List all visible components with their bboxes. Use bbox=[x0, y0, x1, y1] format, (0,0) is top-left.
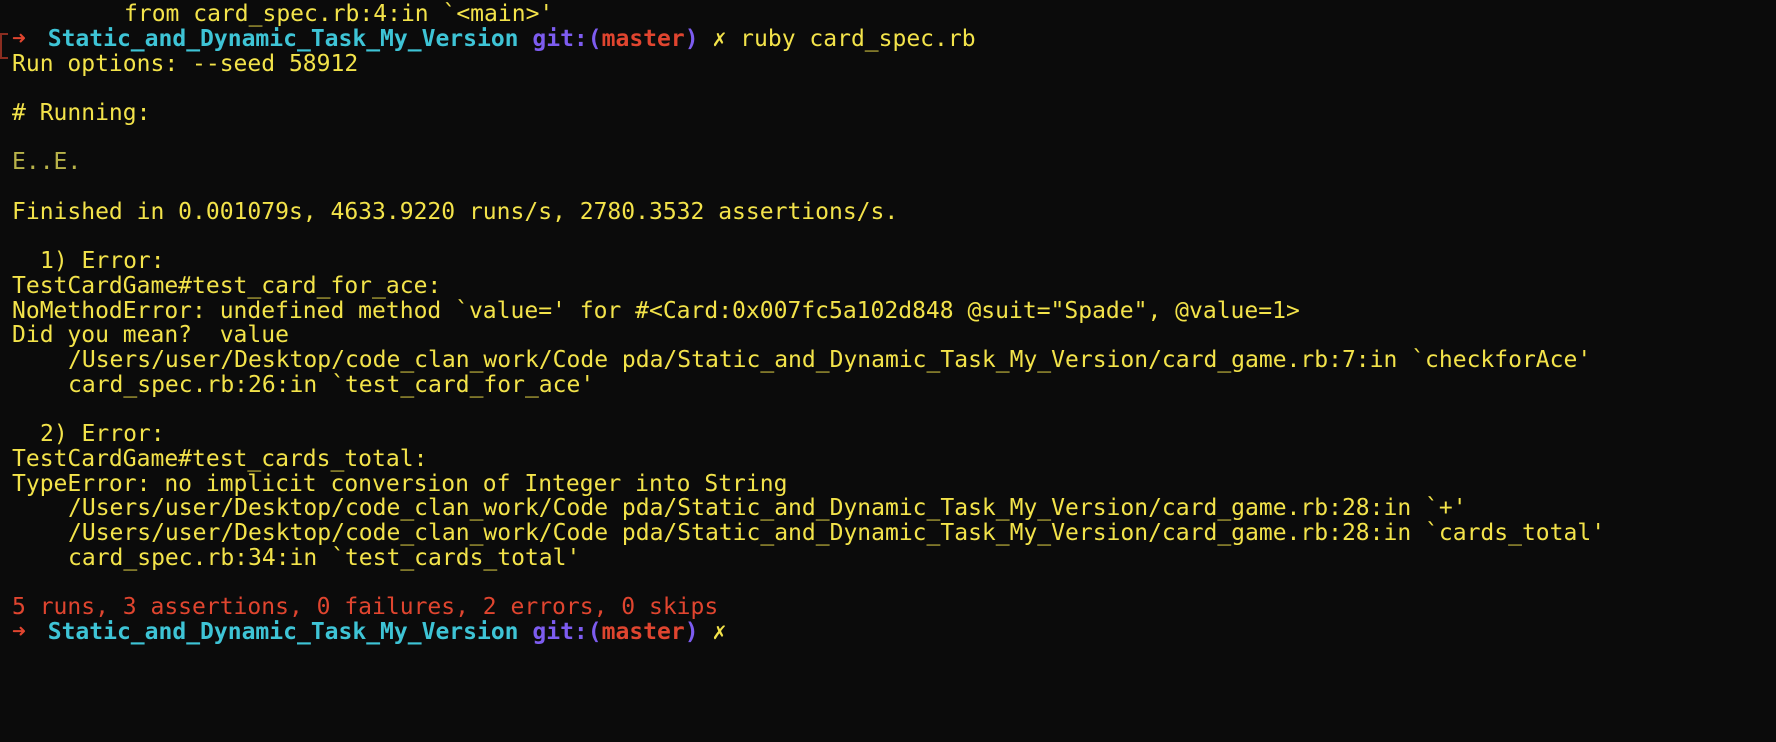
test-progress: E..E. bbox=[12, 149, 82, 175]
finished-line: Finished in 0.001079s, 4633.9220 runs/s,… bbox=[12, 199, 899, 225]
terminal-window[interactable]: from card_spec.rb:4:in `<main>' ➜ Static… bbox=[0, 0, 1776, 742]
prompt-paren-open: ( bbox=[587, 619, 602, 645]
previous-trace-line: from card_spec.rb:4:in `<main>' bbox=[124, 1, 554, 27]
prompt-branch: master bbox=[601, 619, 685, 645]
prompt-line-current[interactable]: ➜ Static_and_Dynamic_Task_My_Version git… bbox=[12, 618, 726, 646]
error2-trace-3: card_spec.rb:34:in `test_cards_total' bbox=[68, 545, 581, 571]
prompt-paren-close: ) bbox=[684, 619, 699, 645]
dirty-mark-icon: ✗ bbox=[712, 26, 727, 52]
error1-trace-1: /Users/user/Desktop/code_clan_work/Code … bbox=[68, 347, 1592, 373]
error1-test-name: TestCardGame#test_card_for_ace: bbox=[12, 273, 442, 299]
prompt-directory: Static_and_Dynamic_Task_My_Version bbox=[47, 26, 519, 52]
test-summary: 5 runs, 3 assertions, 0 failures, 2 erro… bbox=[12, 594, 719, 620]
error1-hint: Did you mean? value bbox=[12, 322, 289, 348]
error2-trace-2: /Users/user/Desktop/code_clan_work/Code … bbox=[68, 520, 1606, 546]
error2-trace-1: /Users/user/Desktop/code_clan_work/Code … bbox=[68, 495, 1467, 521]
running-heading: # Running: bbox=[12, 100, 151, 126]
prompt-arrow-icon: ➜ bbox=[12, 619, 26, 645]
prompt-git-label: git: bbox=[532, 26, 588, 52]
error1-header: 1) Error: bbox=[40, 248, 165, 274]
error2-header: 2) Error: bbox=[40, 421, 165, 447]
prompt-command: ruby card_spec.rb bbox=[740, 26, 976, 52]
prompt-arrow-icon: ➜ bbox=[12, 26, 26, 52]
prompt-branch: master bbox=[601, 26, 685, 52]
error2-test-name: TestCardGame#test_cards_total: bbox=[12, 446, 428, 472]
prompt-paren-open: ( bbox=[587, 26, 602, 52]
error1-trace-2: card_spec.rb:26:in `test_card_for_ace' bbox=[68, 372, 595, 398]
prompt-directory: Static_and_Dynamic_Task_My_Version bbox=[47, 619, 519, 645]
prompt-paren-close: ) bbox=[684, 26, 699, 52]
prompt-line: ➜ Static_and_Dynamic_Task_My_Version git… bbox=[12, 25, 976, 53]
prompt-marker-icon bbox=[0, 33, 8, 59]
run-options-line: Run options: --seed 58912 bbox=[12, 51, 359, 77]
prompt-git-label: git: bbox=[532, 619, 588, 645]
dirty-mark-icon: ✗ bbox=[712, 619, 727, 645]
